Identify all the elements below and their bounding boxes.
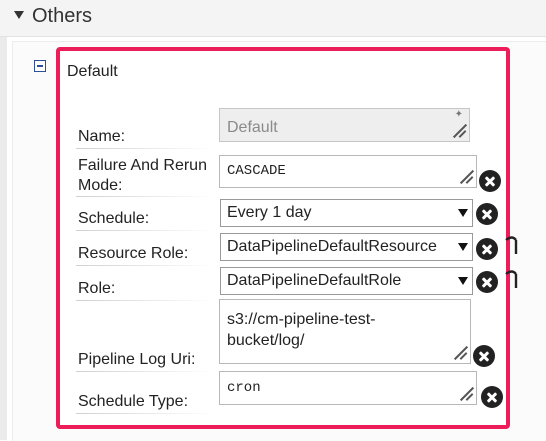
- schedule-type-label: Schedule Type:: [78, 393, 189, 410]
- resource-role-select[interactable]: DataPipelineDefaultResource: [220, 233, 473, 261]
- failure-rerun-label-underline: [76, 196, 216, 197]
- schedule-value: Every 1 day: [227, 204, 312, 221]
- resize-grip-icon[interactable]: [457, 385, 473, 401]
- left-strip: [0, 0, 7, 440]
- section-title: Others: [32, 5, 93, 27]
- schedule-select[interactable]: Every 1 day: [220, 199, 473, 227]
- others-section-header[interactable]: Others: [0, 0, 546, 37]
- resize-grip-icon[interactable]: [450, 122, 466, 138]
- dropdown-arrow-icon[interactable]: [454, 234, 472, 260]
- collapse-minus-icon[interactable]: [34, 60, 46, 72]
- resource-role-label: Resource Role:: [78, 245, 189, 262]
- plus-icon: ✦: [454, 109, 463, 120]
- remove-icon[interactable]: [476, 238, 498, 260]
- schedule-label-underline: [76, 230, 216, 231]
- resize-grip-icon[interactable]: [457, 168, 473, 184]
- role-value: DataPipelineDefaultRole: [227, 272, 402, 289]
- remove-icon[interactable]: [473, 345, 495, 367]
- failure-rerun-field[interactable]: CASCADE: [219, 155, 477, 188]
- remove-icon[interactable]: [476, 271, 498, 293]
- pipeline-log-uri-label: Pipeline Log Uri:: [78, 351, 196, 368]
- object-title: Default: [67, 63, 118, 80]
- failure-rerun-label-line2: Mode:: [78, 177, 123, 194]
- dropdown-arrow-icon[interactable]: [454, 268, 472, 294]
- pipeline-log-uri-value-line2: bucket/log/: [227, 332, 305, 349]
- pipeline-log-uri-field[interactable]: s3://cm-pipeline-test- bucket/log/: [219, 299, 471, 364]
- failure-rerun-label: Failure And Rerun: [78, 157, 207, 174]
- remove-icon[interactable]: [476, 203, 498, 225]
- role-label-underline: [76, 300, 216, 301]
- pipeline-log-uri-value-line1: s3://cm-pipeline-test-: [227, 311, 376, 328]
- dropdown-arrow-icon[interactable]: [454, 200, 472, 226]
- schedule-type-label-underline: [76, 413, 216, 414]
- name-label-underline: [76, 148, 216, 149]
- schedule-type-field[interactable]: cron: [219, 371, 477, 405]
- resource-role-value: DataPipelineDefaultResource: [227, 238, 437, 255]
- pipeline-log-uri-label-underline: [76, 371, 216, 372]
- schedule-type-value: cron: [227, 380, 261, 396]
- editor-panel: Others Default Name: ✦ Default Failure A…: [0, 0, 546, 441]
- name-field[interactable]: ✦ Default: [219, 108, 470, 142]
- refresh-icon[interactable]: [504, 234, 518, 256]
- name-label: Name:: [78, 128, 126, 145]
- caret-down-icon[interactable]: [14, 11, 24, 19]
- role-label: Role:: [78, 280, 116, 297]
- resize-grip-icon[interactable]: [451, 344, 467, 360]
- resource-role-label-underline: [76, 265, 216, 266]
- remove-icon[interactable]: [479, 170, 501, 192]
- refresh-icon[interactable]: [504, 268, 518, 290]
- role-select[interactable]: DataPipelineDefaultRole: [220, 267, 473, 295]
- remove-icon[interactable]: [481, 386, 503, 408]
- schedule-label: Schedule:: [78, 210, 150, 227]
- failure-rerun-value: CASCADE: [227, 163, 286, 179]
- name-value: Default: [227, 119, 278, 136]
